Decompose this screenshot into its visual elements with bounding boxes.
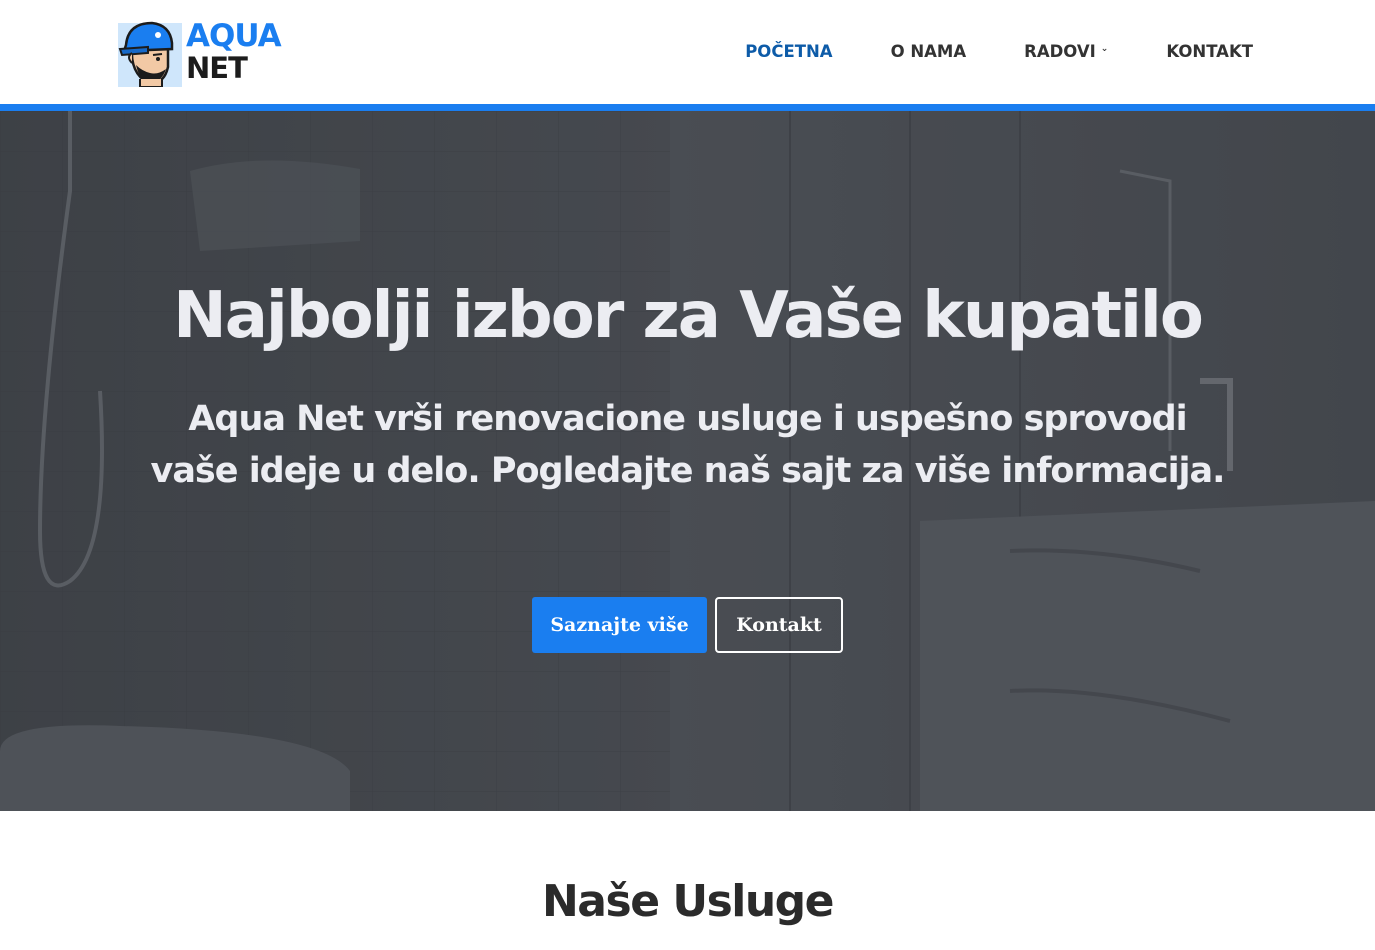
hero-title: Najbolji izbor za Vaše kupatilo [173,279,1204,353]
header-accent-bar [0,104,1375,111]
logo-line-2: NET [186,51,248,85]
logo-line-1: AQUA [186,18,282,54]
nav-item-radovi-label: RADOVI [1024,42,1096,61]
services-title: Naše Usluge [541,876,835,927]
nav-item-o-nama[interactable]: O NAMA [891,42,967,61]
main-nav: POČETNA O NAMA RADOVI ⌄ KONTAKT [745,42,1253,61]
chevron-down-icon: ⌄ [1100,43,1109,54]
plumber-mascot-icon [118,17,182,88]
nav-item-radovi[interactable]: RADOVI ⌄ [1024,42,1108,61]
site-header: AQUA NET POČETNA O NAMA RADOVI ⌄ KONTAKT [0,0,1375,105]
contact-button[interactable]: Kontakt [715,597,843,653]
nav-item-kontakt[interactable]: KONTAKT [1166,42,1253,61]
site-logo[interactable]: AQUA NET [118,16,298,88]
learn-more-button[interactable]: Saznajte više [532,597,707,653]
nav-item-pocetna[interactable]: POČETNA [745,42,832,61]
hero-subtitle: Aqua Net vrši renovacione usluge i uspeš… [150,399,1226,491]
hero-section: Najbolji izbor za Vaše kupatilo Aqua Net… [0,111,1375,811]
logo-wordmark: AQUA NET [186,18,282,85]
